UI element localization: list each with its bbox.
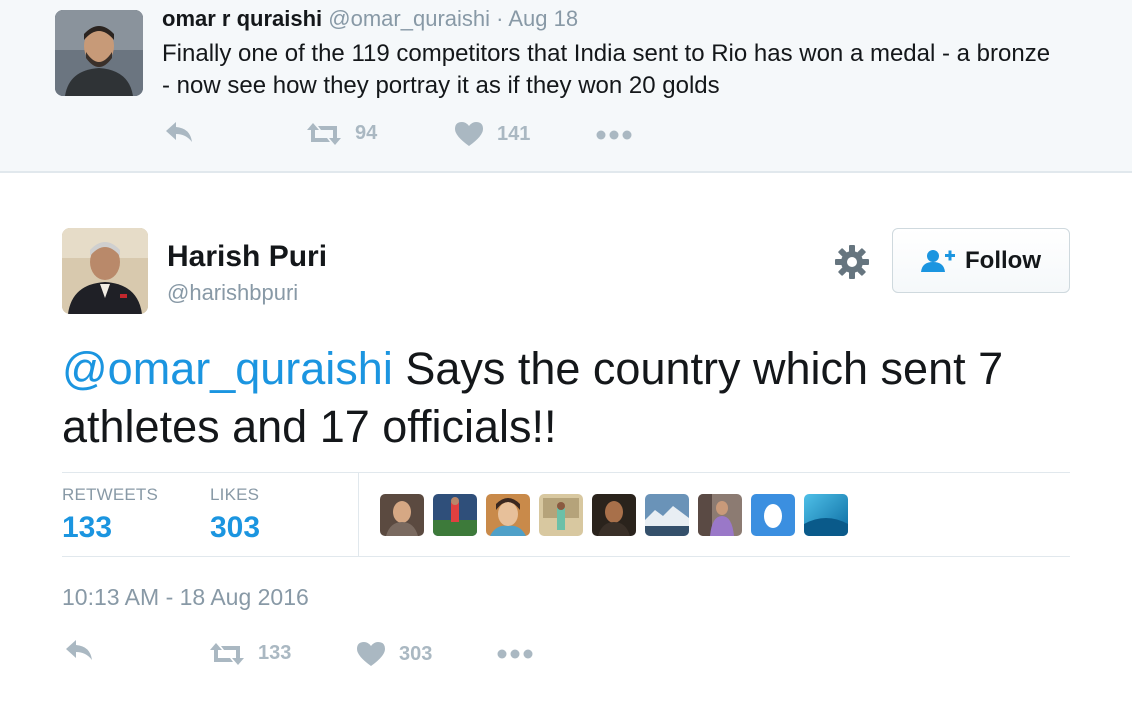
parent-author-handle[interactable]: @omar_quraishi	[328, 6, 490, 31]
parent-like-button[interactable]: 141	[455, 122, 530, 146]
like-button[interactable]: 303	[357, 642, 432, 666]
retweet-icon	[307, 122, 341, 145]
more-icon	[497, 649, 533, 659]
follow-button-label: Follow	[965, 246, 1041, 274]
retweets-label: RETWEETS	[62, 485, 159, 504]
tweet-text: @omar_quraishi Says the country which se…	[62, 340, 1072, 456]
stats-divider	[358, 473, 359, 557]
author-avatar-image	[62, 228, 148, 314]
author-handle[interactable]: @harishbpuri	[167, 280, 298, 306]
like-count: 303	[399, 642, 433, 665]
liker-avatar[interactable]	[539, 494, 583, 536]
parent-tweet[interactable]: omar r quraishi @omar_quraishi · Aug 18 …	[0, 0, 1132, 173]
parent-reply-button[interactable]	[164, 120, 194, 144]
likes-value: 303	[210, 511, 261, 544]
reply-button[interactable]	[64, 638, 94, 662]
liker-avatar[interactable]	[698, 494, 742, 536]
gear-icon	[835, 245, 869, 279]
likers-avatars	[380, 494, 857, 536]
follow-person-icon	[921, 249, 955, 272]
parent-tweet-actions: 94 141	[0, 118, 1132, 154]
settings-button[interactable]	[834, 244, 870, 280]
liker-avatar[interactable]	[751, 494, 795, 536]
parent-retweet-count: 94	[355, 122, 378, 144]
liker-avatar[interactable]	[486, 494, 530, 536]
liker-avatar[interactable]	[592, 494, 636, 536]
reply-icon	[166, 122, 192, 142]
liker-avatar[interactable]	[804, 494, 848, 536]
retweet-count: 133	[258, 642, 292, 664]
heart-icon	[357, 642, 385, 666]
parent-tweet-header: omar r quraishi @omar_quraishi · Aug 18	[162, 6, 578, 32]
header-separator: ·	[496, 6, 504, 31]
parent-author-name[interactable]: omar r quraishi	[162, 6, 322, 31]
likes-label: LIKES	[210, 485, 260, 504]
retweet-icon	[210, 642, 244, 665]
reply-icon	[66, 640, 92, 660]
follow-button[interactable]: Follow	[892, 228, 1070, 293]
parent-tweet-text: Finally one of the 119 competitors that …	[162, 40, 1051, 99]
parent-avatar-image	[55, 10, 143, 96]
likes-stat[interactable]: LIKES 303	[210, 485, 260, 545]
author-name[interactable]: Harish Puri	[167, 240, 327, 274]
parent-more-button[interactable]	[596, 130, 632, 140]
mention-link[interactable]: @omar_quraishi	[62, 343, 393, 394]
liker-avatar[interactable]	[380, 494, 424, 536]
parent-tweet-date[interactable]: Aug 18	[508, 6, 578, 31]
parent-like-count: 141	[497, 122, 531, 145]
retweets-stat[interactable]: RETWEETS 133	[62, 485, 158, 545]
parent-retweet-button[interactable]: 94	[307, 122, 377, 145]
tweet-timestamp[interactable]: 10:13 AM - 18 Aug 2016	[62, 584, 309, 611]
liker-avatar[interactable]	[433, 494, 477, 536]
tweet-actions: 133 303	[0, 636, 1132, 672]
retweets-value: 133	[62, 511, 113, 544]
more-icon	[596, 130, 632, 140]
more-button[interactable]	[497, 649, 533, 659]
parent-avatar[interactable]	[55, 10, 143, 96]
author-avatar[interactable]	[62, 228, 148, 314]
liker-avatar[interactable]	[645, 494, 689, 536]
tweet-stats: RETWEETS 133 LIKES 303	[62, 472, 1070, 557]
retweet-button[interactable]: 133	[210, 642, 291, 665]
heart-icon	[455, 122, 483, 146]
